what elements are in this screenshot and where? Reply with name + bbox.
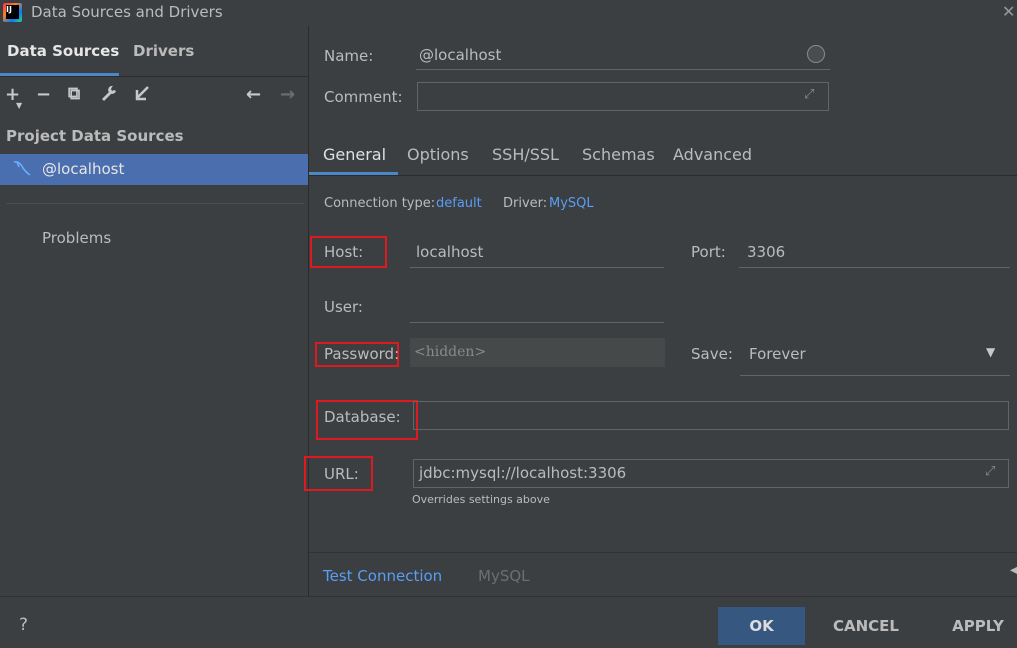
name-field[interactable]: @localhost <box>416 40 830 70</box>
tree-item-label: @localhost <box>42 160 125 178</box>
right-panel: Name: @localhost Comment: ⤢ General Opti… <box>304 26 1017 552</box>
ok-button[interactable]: OK <box>718 607 805 645</box>
import-icon[interactable] <box>133 84 151 104</box>
user-input[interactable] <box>410 290 664 323</box>
window-title: Data Sources and Drivers <box>31 3 223 21</box>
tabs-divider <box>309 175 1017 176</box>
url-input[interactable]: jdbc:mysql://localhost:3306 ⤢ <box>413 459 1009 488</box>
test-connection-link[interactable]: Test Connection <box>323 567 442 585</box>
database-input[interactable] <box>413 401 1009 430</box>
problems-item[interactable]: Problems <box>42 229 111 247</box>
tab-advanced[interactable]: Advanced <box>673 145 752 164</box>
dialog-footer: ? OK CANCEL APPLY <box>0 596 1017 648</box>
divider <box>6 203 304 204</box>
mysql-dolphin-icon <box>12 158 32 182</box>
driver-link[interactable]: MySQL <box>549 196 594 211</box>
connection-type-label: Connection type: <box>324 196 436 211</box>
test-connection-bar: Test Connection MySQL ◀ <box>309 552 1017 597</box>
name-value: @localhost <box>419 46 502 64</box>
tab-schemas[interactable]: Schemas <box>582 145 655 164</box>
host-value: localhost <box>416 243 484 261</box>
url-value: jdbc:mysql://localhost:3306 <box>419 464 627 482</box>
remove-icon[interactable]: − <box>36 84 51 105</box>
back-arrow-icon[interactable]: ← <box>246 84 261 105</box>
host-underline <box>410 267 664 268</box>
user-underline <box>410 322 664 323</box>
chevron-down-icon: ▼ <box>986 345 996 359</box>
collapse-arrow-icon[interactable]: ◀ <box>1010 565 1017 576</box>
forward-arrow-icon[interactable]: → <box>280 84 295 105</box>
url-hint: Overrides settings above <box>412 493 550 506</box>
tab-data-sources[interactable]: Data Sources <box>7 42 119 60</box>
save-select[interactable]: Forever ▼ <box>740 338 1010 376</box>
driver-label: Driver: <box>503 196 548 211</box>
save-value: Forever <box>749 345 806 363</box>
host-input[interactable]: localhost <box>410 236 664 268</box>
save-label: Save: <box>691 345 733 363</box>
apply-button[interactable]: APPLY <box>938 607 1017 645</box>
tab-options[interactable]: Options <box>407 145 469 164</box>
save-underline <box>740 375 1010 376</box>
left-panel: Data Sources Drivers + ▼ − ⧉ ← → Project… <box>0 26 309 596</box>
comment-input[interactable]: ⤢ <box>417 82 829 111</box>
url-label: URL: <box>324 465 359 483</box>
name-underline <box>416 69 830 70</box>
expand-icon[interactable]: ⤢ <box>804 87 814 102</box>
connection-type-link[interactable]: default <box>436 196 482 211</box>
cancel-button[interactable]: CANCEL <box>820 607 912 645</box>
close-icon[interactable]: ✕ <box>1002 2 1015 21</box>
password-input[interactable]: <hidden> <box>410 338 665 367</box>
name-label: Name: <box>324 47 374 65</box>
tab-divider <box>0 76 308 77</box>
tab-drivers[interactable]: Drivers <box>133 42 194 60</box>
tree-item-localhost[interactable]: @localhost <box>0 154 308 185</box>
expand-icon[interactable]: ⤢ <box>985 464 995 479</box>
tab-ssh-ssl[interactable]: SSH/SSL <box>492 145 559 164</box>
help-button[interactable]: ? <box>19 615 28 635</box>
user-label: User: <box>324 298 363 316</box>
duplicate-icon[interactable]: ⧉ <box>68 84 80 104</box>
port-input[interactable]: 3306 <box>739 236 1010 268</box>
port-value: 3306 <box>747 243 786 261</box>
wrench-icon[interactable] <box>100 84 118 104</box>
database-label: Database: <box>324 408 401 426</box>
dropdown-arrow-icon: ▼ <box>16 101 23 110</box>
driver-name-text: MySQL <box>478 567 530 585</box>
password-label: Password: <box>324 345 400 363</box>
title-bar: IJ Data Sources and Drivers ✕ <box>0 0 1017 26</box>
port-underline <box>739 267 1010 268</box>
tab-general[interactable]: General <box>323 145 386 164</box>
color-circle-icon[interactable] <box>807 45 825 63</box>
comment-label: Comment: <box>324 88 403 106</box>
port-label: Port: <box>691 243 726 261</box>
host-label: Host: <box>324 243 364 261</box>
intellij-logo-icon: IJ <box>3 3 22 22</box>
section-title: Project Data Sources <box>6 127 184 145</box>
password-placeholder: <hidden> <box>414 344 487 360</box>
